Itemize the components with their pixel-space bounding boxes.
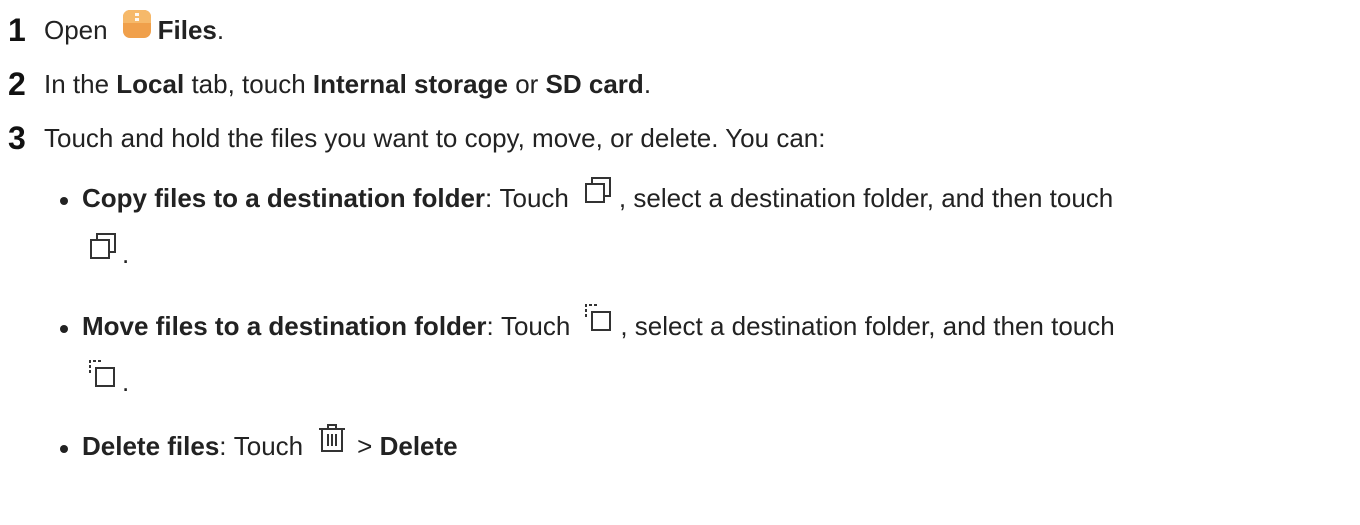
step-text: In the Local tab, touch Internal storage… [44,69,651,100]
step-number: 1 [8,11,26,48]
step-2: 2 In the Local tab, touch Internal stora… [8,64,651,104]
step-end: . [643,68,652,99]
bullet-title: Delete files [82,430,220,461]
copy-icon [583,175,613,205]
move-icon [88,359,118,389]
step-text: Open Files. [44,10,225,46]
bullet-copy: Copy files to a destination folder: Touc… [58,175,1114,218]
bullet-move: Move files to a destination folder: Touc… [58,303,1115,346]
step-3: 3 Touch and hold the files you want to c… [8,118,825,158]
bullet-title: Copy files to a destination folder [82,182,486,213]
text-segment: . [122,366,130,397]
text-segment: or [515,68,539,99]
text-segment: : [219,430,227,461]
files-app-icon [122,9,152,39]
text-segment: : [485,182,493,213]
move-icon [584,303,614,333]
step-1: 1 Open Files. [8,10,224,50]
bullet-delete: Delete files: Touch > Delete [58,423,458,466]
bullet-dot [60,197,68,205]
bullet-dot [60,325,68,333]
delete-action-label: Delete [379,430,458,461]
step-text: Touch and hold the files you want to cop… [44,122,826,153]
text-segment: . [122,238,130,269]
internal-storage-label: Internal storage [312,68,508,99]
bullet-dot [60,445,68,453]
text-segment: Touch [233,430,304,461]
sd-card-label: SD card [545,68,644,99]
text-segment: In the [44,68,110,99]
text-segment: , select a destination folder, and then … [620,310,1115,341]
text-segment: tab, touch [191,68,306,99]
text-segment: Touch [500,310,571,341]
text-segment: : [486,310,494,341]
step-end: . [216,14,225,45]
step-number: 3 [8,119,26,156]
bullet-title: Move files to a destination folder [82,310,487,341]
copy-icon [88,231,118,261]
files-app-name: Files [157,14,217,45]
bullet-move-continuation: . [88,352,129,397]
text-segment: Touch [499,182,569,213]
bullet-copy-continuation: . [88,224,129,269]
text-segment: > [357,430,373,461]
local-tab-label: Local [116,68,185,99]
text-segment: , select a destination folder, and then … [618,182,1114,213]
step-number: 2 [8,65,26,102]
trash-icon [317,423,347,453]
open-label: Open [44,14,108,45]
